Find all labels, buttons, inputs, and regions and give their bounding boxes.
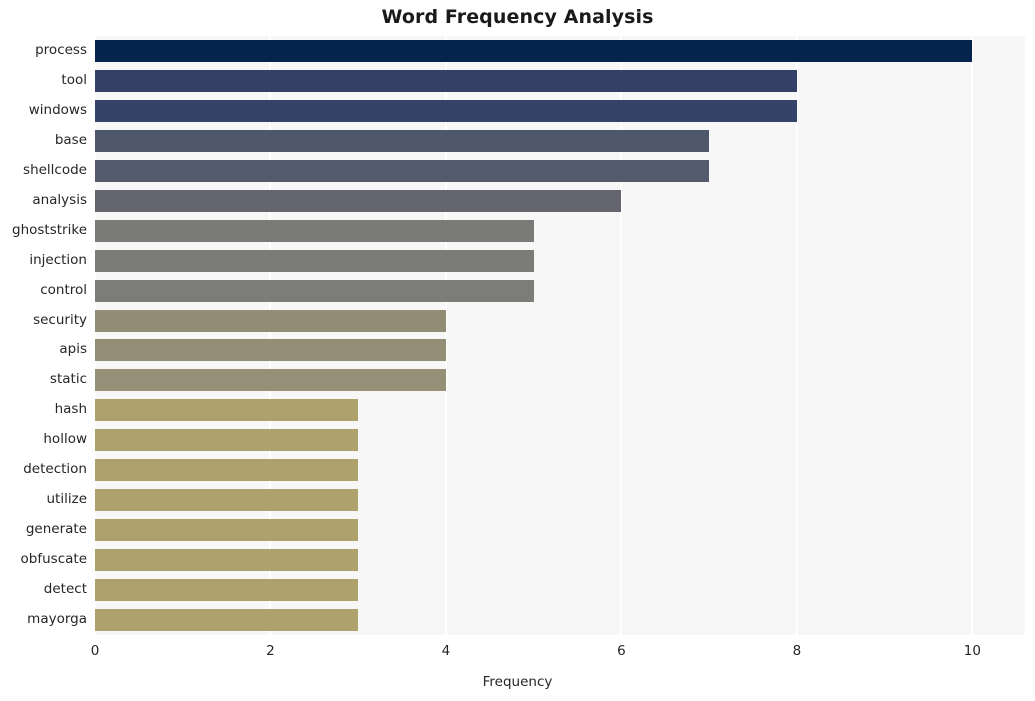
bar-hash[interactable] xyxy=(95,399,359,422)
x-tick-label-8: 8 xyxy=(792,643,802,659)
y-tick-label-hash: hash xyxy=(54,401,87,418)
bar-row xyxy=(95,159,1025,182)
plot-area xyxy=(94,36,1025,635)
bar-row xyxy=(95,399,1025,422)
y-tick-label-security: security xyxy=(33,311,87,328)
x-tick-label-10: 10 xyxy=(963,643,981,659)
y-tick-label-injection: injection xyxy=(29,251,87,268)
y-tick-label-hollow: hollow xyxy=(43,431,87,448)
y-tick-label-process: process xyxy=(35,41,87,58)
x-tick-label-0: 0 xyxy=(90,643,100,659)
bar-row xyxy=(95,219,1025,242)
y-tick-label-tool: tool xyxy=(61,71,87,88)
bar-utilize[interactable] xyxy=(95,489,359,512)
bar-row xyxy=(95,39,1025,62)
y-tick-label-analysis: analysis xyxy=(32,191,87,208)
bar-tool[interactable] xyxy=(95,69,797,92)
y-tick-label-mayorga: mayorga xyxy=(27,611,87,628)
bar-analysis[interactable] xyxy=(95,189,622,212)
bar-row xyxy=(95,549,1025,572)
x-axis-label: Frequency xyxy=(482,674,553,690)
x-tick-label-6: 6 xyxy=(617,643,626,659)
y-tick-label-detect: detect xyxy=(43,581,87,598)
bar-row xyxy=(95,369,1025,392)
bar-row xyxy=(95,579,1025,602)
x-tick-label-2: 2 xyxy=(266,643,275,659)
bar-security[interactable] xyxy=(95,309,446,332)
y-tick-label-generate: generate xyxy=(25,521,87,538)
bar-row xyxy=(95,429,1025,452)
y-tick-label-ghoststrike: ghoststrike xyxy=(12,221,87,238)
chart-title: Word Frequency Analysis xyxy=(381,6,654,28)
bar-ghoststrike[interactable] xyxy=(95,219,534,242)
bar-control[interactable] xyxy=(95,279,534,302)
bar-row xyxy=(95,339,1025,362)
bar-static[interactable] xyxy=(95,369,446,392)
bar-row xyxy=(95,129,1025,152)
bar-windows[interactable] xyxy=(95,99,797,122)
y-tick-label-control: control xyxy=(40,281,87,298)
bar-obfuscate[interactable] xyxy=(95,549,359,572)
bar-generate[interactable] xyxy=(95,519,359,542)
bar-hollow[interactable] xyxy=(95,429,359,452)
bars-layer xyxy=(95,36,1025,635)
bar-row xyxy=(95,489,1025,512)
bar-mayorga[interactable] xyxy=(95,609,359,632)
y-tick-label-detection: detection xyxy=(23,461,87,478)
y-tick-label-base: base xyxy=(54,131,87,148)
bar-apis[interactable] xyxy=(95,339,446,362)
y-tick-label-apis: apis xyxy=(59,341,87,358)
bar-row xyxy=(95,69,1025,92)
bar-row xyxy=(95,309,1025,332)
chart-figure: Word Frequency Analysis process tool windo… xyxy=(0,0,1035,701)
y-tick-label-static: static xyxy=(49,371,87,388)
bar-injection[interactable] xyxy=(95,249,534,272)
y-axis-tick-labels: process tool windows base shellcode analysis g… xyxy=(0,36,95,635)
bar-row xyxy=(95,189,1025,212)
bar-row xyxy=(95,99,1025,122)
y-tick-label-obfuscate: obfuscate xyxy=(20,551,87,568)
bar-row xyxy=(95,519,1025,542)
x-tick-label-4: 4 xyxy=(441,643,451,659)
bar-row xyxy=(95,249,1025,272)
y-tick-label-windows: windows xyxy=(28,101,87,118)
bar-row xyxy=(95,609,1025,632)
bar-detect[interactable] xyxy=(95,579,359,602)
x-axis-tick-labels: 0 2 4 6 8 10 xyxy=(0,635,1035,665)
y-tick-label-utilize: utilize xyxy=(46,491,88,508)
bar-row xyxy=(95,279,1025,302)
bar-shellcode[interactable] xyxy=(95,159,710,182)
y-tick-label-shellcode: shellcode xyxy=(23,161,87,178)
bar-process[interactable] xyxy=(95,39,973,62)
bar-base[interactable] xyxy=(95,129,710,152)
bar-row xyxy=(95,459,1025,482)
bar-detection[interactable] xyxy=(95,459,359,482)
